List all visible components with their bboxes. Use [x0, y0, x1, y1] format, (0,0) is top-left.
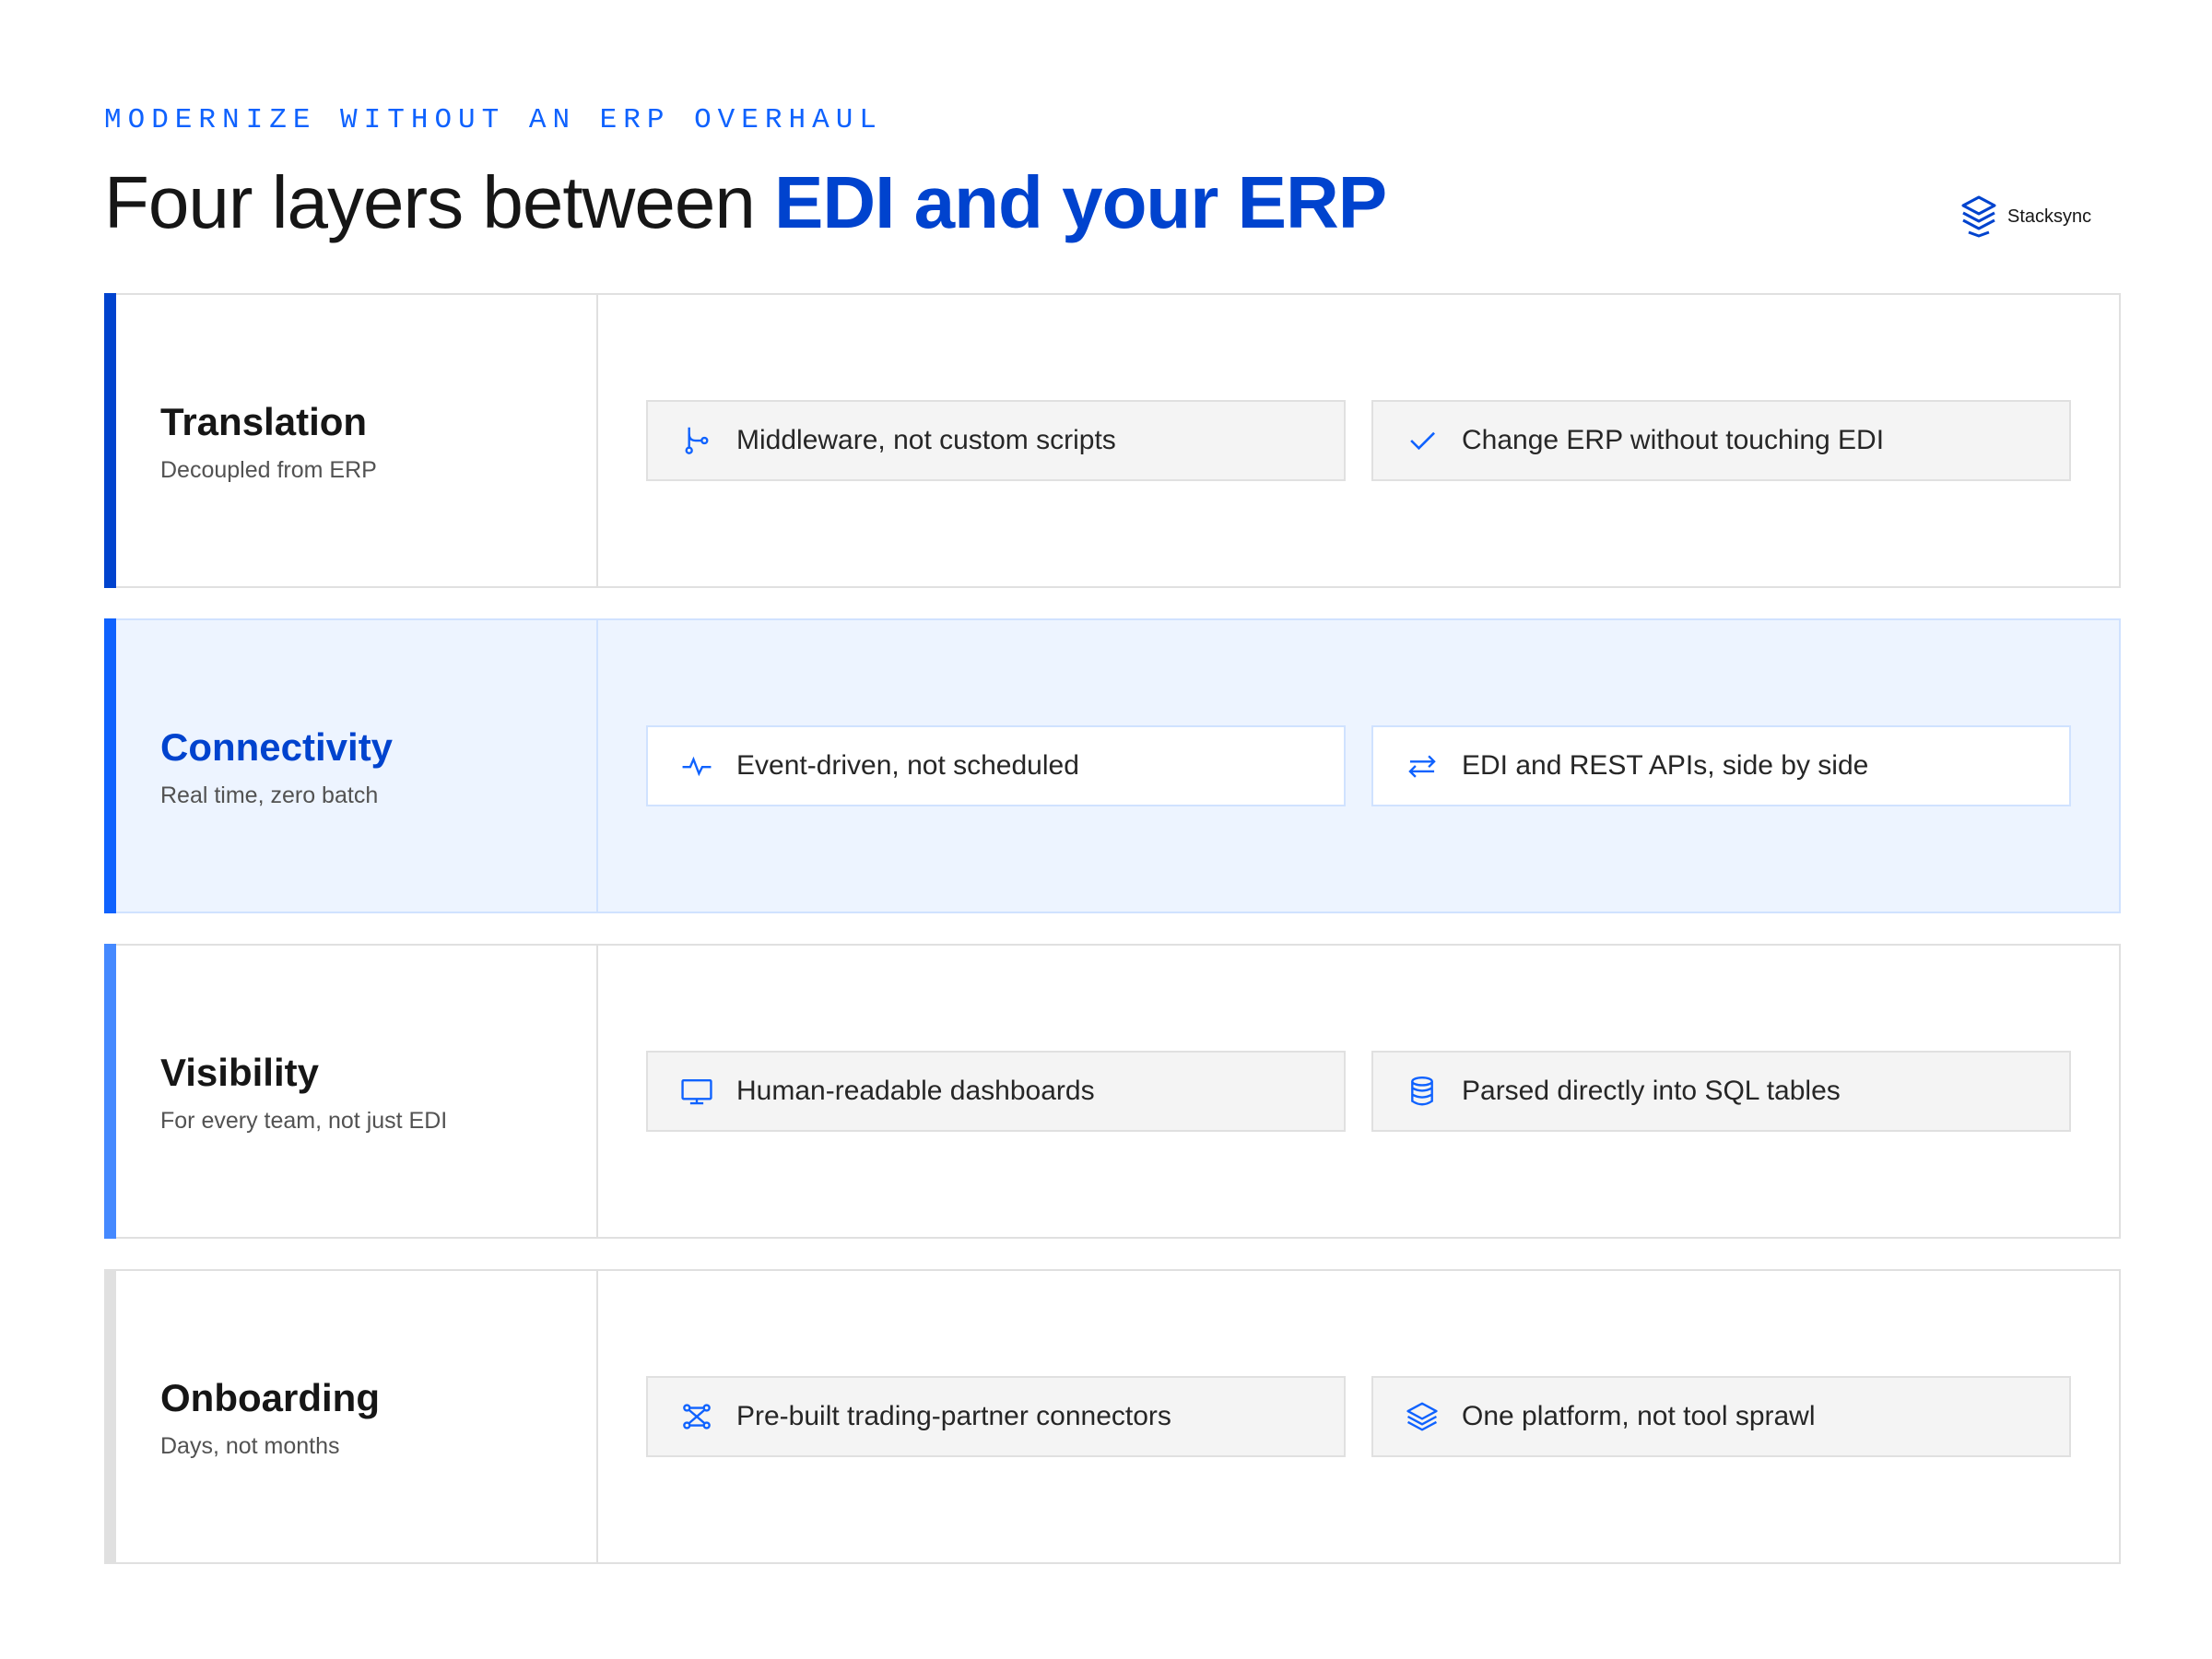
feature-card: Pre-built trading-partner connectors — [646, 1376, 1346, 1457]
feature-label: Human-readable dashboards — [736, 1076, 1095, 1106]
layer-subtitle: Real time, zero batch — [160, 782, 379, 808]
layer-features: Pre-built trading-partner connectors One… — [598, 1271, 2119, 1562]
layer-row-connectivity: Connectivity Real time, zero batch Event… — [104, 618, 2121, 913]
layer-heading: Translation Decoupled from ERP — [106, 295, 598, 586]
feature-card: EDI and REST APIs, side by side — [1371, 725, 2071, 806]
feature-card: One platform, not tool sprawl — [1371, 1376, 2071, 1457]
feature-label: Change ERP without touching EDI — [1462, 425, 1885, 455]
layer-name: Connectivity — [160, 724, 394, 769]
layer-row-translation: Translation Decoupled from ERP Middlewar… — [104, 293, 2121, 588]
checkmark-icon — [1405, 423, 1440, 458]
layer-heading: Onboarding Days, not months — [106, 1271, 598, 1562]
pulse-icon — [679, 748, 714, 783]
feature-label: EDI and REST APIs, side by side — [1462, 750, 1869, 781]
layer-name: Visibility — [160, 1050, 319, 1094]
title-accent: EDI and your ERP — [774, 161, 1387, 243]
layer-features: Event-driven, not scheduled EDI and REST… — [598, 620, 2119, 912]
layer-heading: Visibility For every team, not just EDI — [106, 946, 598, 1237]
feature-card: Event-driven, not scheduled — [646, 725, 1346, 806]
layer-row-visibility: Visibility For every team, not just EDI … — [104, 944, 2121, 1239]
feature-card: Change ERP without touching EDI — [1371, 400, 2071, 481]
layer-features: Middleware, not custom scripts Change ER… — [598, 295, 2119, 586]
feature-card: Middleware, not custom scripts — [646, 400, 1346, 481]
brand-logo: Stacksync — [1959, 195, 2091, 238]
layer-subtitle: Decoupled from ERP — [160, 456, 377, 483]
layer-subtitle: For every team, not just EDI — [160, 1107, 448, 1134]
title-plain: Four layers between — [104, 161, 775, 243]
layer-heading: Connectivity Real time, zero batch — [106, 620, 598, 912]
arrows-exchange-icon — [1405, 748, 1440, 783]
branch-icon — [679, 423, 714, 458]
feature-label: Parsed directly into SQL tables — [1462, 1076, 1841, 1106]
layer-name: Translation — [160, 399, 368, 443]
database-icon — [1405, 1074, 1440, 1109]
layer-subtitle: Days, not months — [160, 1432, 340, 1459]
page: MODERNIZE WITHOUT AN ERP OVERHAUL Four l… — [0, 0, 2212, 1659]
logo-text: Stacksync — [2007, 206, 2092, 227]
layer-features: Human-readable dashboards Parsed directl… — [598, 946, 2119, 1237]
layer-accent-bar — [104, 1269, 116, 1564]
feature-label: Event-driven, not scheduled — [736, 750, 1079, 781]
layers-icon — [1405, 1399, 1440, 1434]
layer-accent-bar — [104, 293, 116, 588]
stacksync-logo-icon — [1961, 195, 1996, 238]
layer-accent-bar — [104, 944, 116, 1239]
feature-card: Human-readable dashboards — [646, 1051, 1346, 1132]
layer-name: Onboarding — [160, 1375, 380, 1419]
feature-card: Parsed directly into SQL tables — [1371, 1051, 2071, 1132]
layers-list: Translation Decoupled from ERP Middlewar… — [104, 293, 2121, 1594]
feature-label: One platform, not tool sprawl — [1462, 1401, 1816, 1431]
page-title: Four layers between EDI and your ERP — [104, 157, 1387, 249]
layer-row-onboarding: Onboarding Days, not months Pre-built tr… — [104, 1269, 2121, 1564]
feature-label: Pre-built trading-partner connectors — [736, 1401, 1171, 1431]
monitor-icon — [679, 1074, 714, 1109]
eyebrow: MODERNIZE WITHOUT AN ERP OVERHAUL — [104, 104, 883, 136]
feature-label: Middleware, not custom scripts — [736, 425, 1116, 455]
layer-accent-bar — [104, 618, 116, 913]
connectors-icon — [679, 1399, 714, 1434]
